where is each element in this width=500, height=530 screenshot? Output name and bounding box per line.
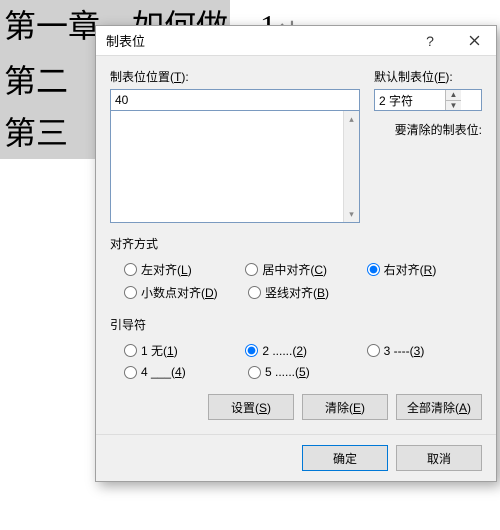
listbox-scrollbar[interactable]: ▴ ▾ bbox=[343, 111, 359, 222]
tab-position-input[interactable] bbox=[110, 89, 360, 111]
leader-1-radio[interactable]: 1 无(1) bbox=[124, 342, 239, 359]
align-bar-radio[interactable]: 竖线对齐(B) bbox=[248, 284, 366, 301]
alignment-group-title: 对齐方式 bbox=[110, 235, 482, 252]
spin-down-icon[interactable]: ▼ bbox=[446, 101, 461, 111]
default-tab-spinner[interactable]: ▲ ▼ bbox=[374, 89, 482, 111]
default-tab-input[interactable] bbox=[375, 90, 445, 110]
leader-4-radio[interactable]: 4 ___(4) bbox=[124, 365, 242, 379]
tabs-dialog: 制表位 ? 制表位位置(T): ▴ ▾ 默认制表位( bbox=[95, 25, 497, 482]
set-button[interactable]: 设置(S) bbox=[208, 394, 294, 420]
titlebar[interactable]: 制表位 ? bbox=[96, 26, 496, 56]
leader-2-radio[interactable]: 2 ......(2) bbox=[245, 342, 360, 359]
cancel-button[interactable]: 取消 bbox=[396, 445, 482, 471]
close-icon bbox=[469, 35, 480, 46]
clear-button[interactable]: 清除(E) bbox=[302, 394, 388, 420]
scroll-down-icon[interactable]: ▾ bbox=[344, 206, 359, 222]
leader-group-title: 引导符 bbox=[110, 316, 482, 333]
leader-3-radio[interactable]: 3 ----(3) bbox=[367, 342, 482, 359]
clear-list-label: 要清除的制表位: bbox=[374, 121, 482, 138]
clear-all-button[interactable]: 全部清除(A) bbox=[396, 394, 482, 420]
default-tab-label: 默认制表位(F): bbox=[374, 68, 482, 85]
close-button[interactable] bbox=[452, 26, 496, 56]
align-center-radio[interactable]: 居中对齐(C) bbox=[245, 261, 360, 278]
align-right-radio[interactable]: 右对齐(R) bbox=[367, 261, 482, 278]
alignment-group: 左对齐(L) 居中对齐(C) 右对齐(R) 小数点对齐(D) 竖线对齐(B) bbox=[110, 258, 482, 304]
ok-button[interactable]: 确定 bbox=[302, 445, 388, 471]
leader-5-radio[interactable]: 5 ......(5) bbox=[248, 365, 366, 379]
align-decimal-radio[interactable]: 小数点对齐(D) bbox=[124, 284, 242, 301]
dialog-title: 制表位 bbox=[106, 31, 408, 50]
help-button[interactable]: ? bbox=[408, 26, 452, 56]
spin-up-icon[interactable]: ▲ bbox=[446, 90, 461, 101]
leader-group: 1 无(1) 2 ......(2) 3 ----(3) 4 ___(4) 5 … bbox=[110, 339, 482, 382]
tab-position-label: 制表位位置(T): bbox=[110, 68, 360, 85]
align-left-radio[interactable]: 左对齐(L) bbox=[124, 261, 239, 278]
tab-position-listbox[interactable]: ▴ ▾ bbox=[110, 111, 360, 223]
scroll-up-icon[interactable]: ▴ bbox=[344, 111, 359, 127]
